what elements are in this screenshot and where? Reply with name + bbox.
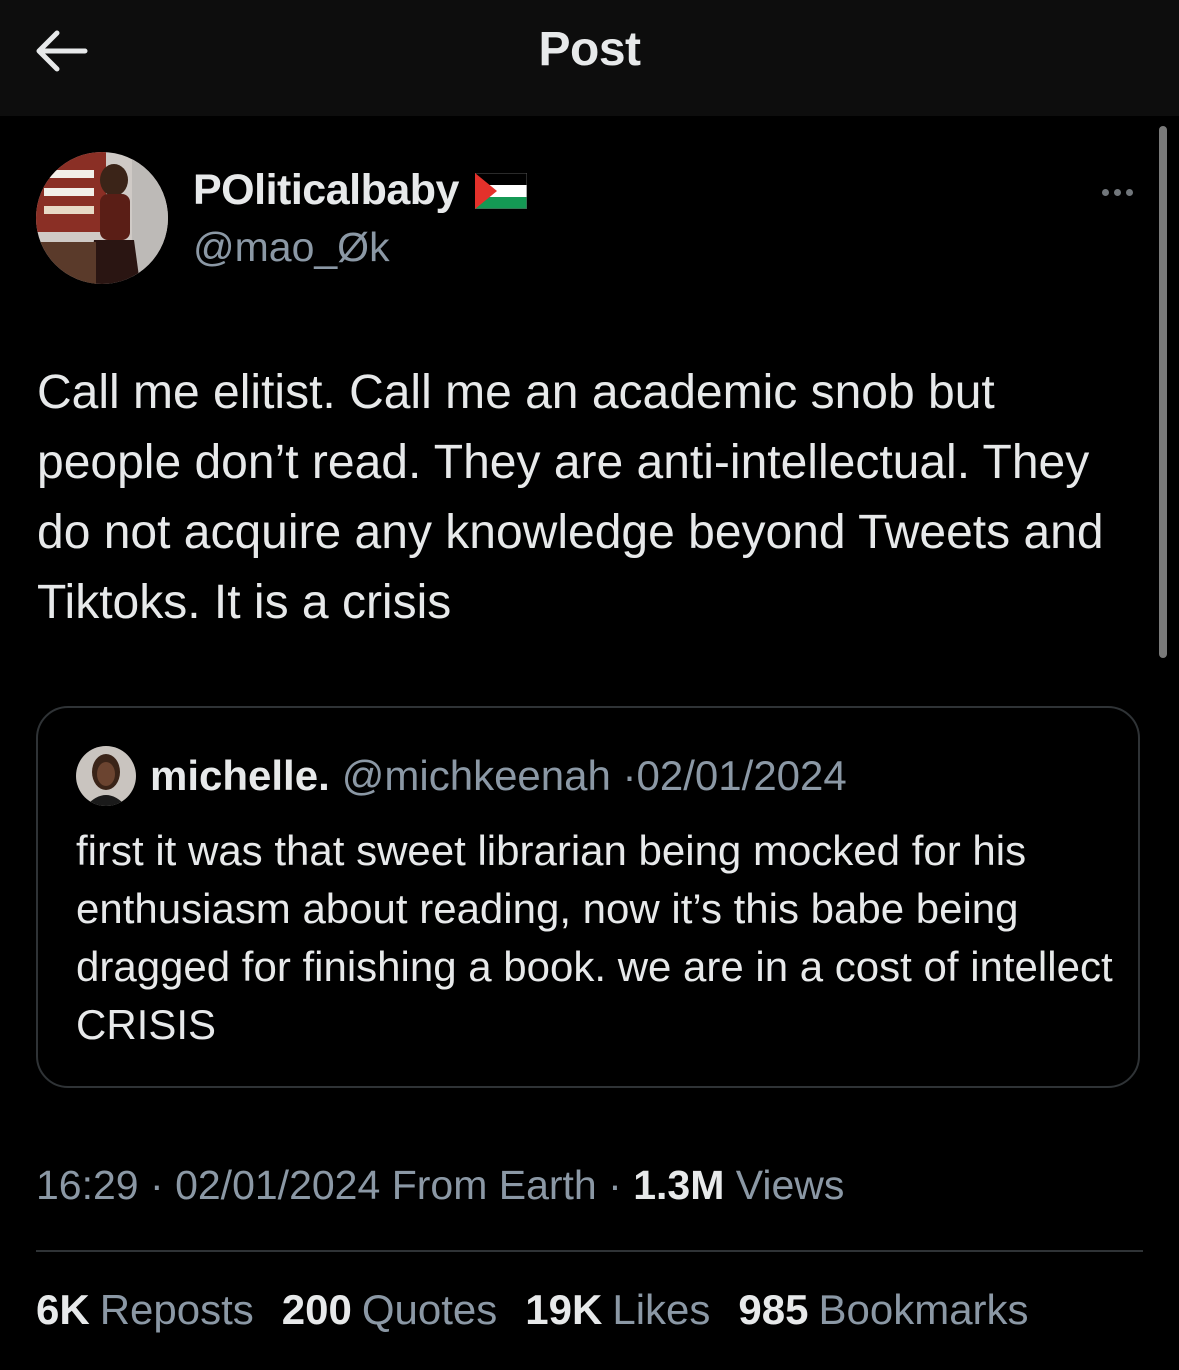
quoted-author-name: michelle. — [150, 752, 330, 799]
tweet-date: 02/01/2024 — [175, 1162, 381, 1208]
stat-label: Bookmarks — [818, 1286, 1029, 1333]
stat-label: Likes — [612, 1286, 711, 1333]
tweet-time: 16:29 — [36, 1162, 139, 1208]
quoted-tweet-card[interactable]: michelle. @michkeenah ·02/01/2024 first i… — [36, 706, 1140, 1088]
author-name[interactable]: POliticalbaby — [193, 166, 459, 215]
stat-label: Quotes — [361, 1286, 498, 1333]
stat-count: 200 — [281, 1286, 352, 1333]
quoted-tweet-header: michelle. @michkeenah ·02/01/2024 — [150, 752, 847, 800]
avatar-image — [36, 152, 168, 284]
engagement-stats: 6K Reposts 200 Quotes 19K Likes 985 Bookmark… — [36, 1286, 1029, 1334]
scrollbar[interactable] — [1159, 126, 1167, 658]
quoted-tweet-text: first it was that sweet librarian being … — [76, 827, 1113, 1048]
stat-count: 985 — [738, 1286, 809, 1333]
avatar-image — [76, 746, 136, 806]
quoted-tweet-date: 02/01/2024 — [636, 752, 847, 799]
quoted-author-handle: @michkeenah — [341, 752, 611, 799]
stat-label: Reposts — [99, 1286, 254, 1333]
stat-count: 19K — [525, 1286, 603, 1333]
separator-dot: · — [608, 1162, 622, 1208]
views-count[interactable]: 1.3M — [633, 1162, 724, 1208]
author-avatar[interactable] — [36, 152, 168, 284]
stat-count: 6K — [36, 1286, 90, 1333]
more-options-icon-dot — [1125, 188, 1133, 196]
quotes-stat[interactable]: 200 Quotes — [282, 1286, 498, 1334]
top-bar: Post — [0, 0, 1179, 116]
more-options-icon-dot — [1101, 188, 1109, 196]
separator-dot: · — [150, 1162, 164, 1208]
tweet-source: From Earth — [391, 1162, 597, 1208]
palestine-flag-icon — [474, 172, 527, 209]
tweet-meta: 16:29 · 02/01/2024 From Earth · 1.3M Vie… — [36, 1162, 844, 1209]
reposts-stat[interactable]: 6K Reposts — [36, 1286, 254, 1334]
bookmarks-stat[interactable]: 985 Bookmarks — [738, 1286, 1028, 1334]
more-options-icon-dot — [1113, 188, 1121, 196]
likes-stat[interactable]: 19K Likes — [525, 1286, 710, 1334]
author-name-row[interactable]: POliticalbaby — [193, 166, 527, 215]
page-title: Post — [538, 23, 641, 76]
author-handle[interactable]: @mao_Øk — [193, 224, 390, 271]
views-label[interactable]: Views — [736, 1162, 845, 1208]
quoted-author-avatar[interactable] — [76, 746, 136, 806]
more-options-button[interactable] — [1092, 176, 1142, 208]
divider — [36, 1250, 1143, 1252]
tweet-text: Call me elitist. Call me an academic sno… — [37, 366, 1104, 629]
separator-dot: · — [622, 752, 637, 799]
